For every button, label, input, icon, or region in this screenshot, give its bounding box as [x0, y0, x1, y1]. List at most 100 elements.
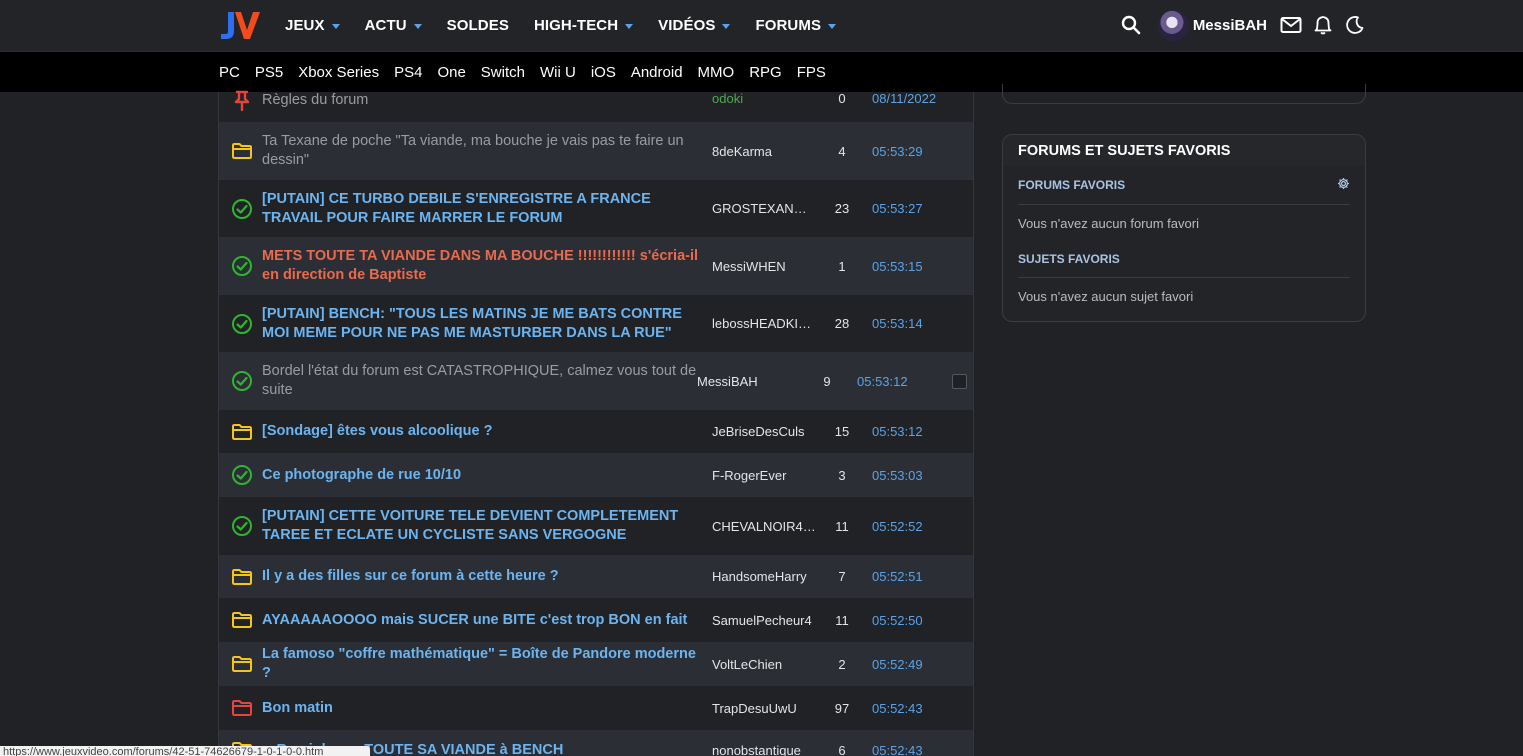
topic-row[interactable]: Bordel l'état du forum est CATASTROPHIQU… — [219, 352, 973, 410]
caret-down-icon — [413, 23, 422, 29]
mail-icon[interactable] — [1280, 14, 1302, 36]
topic-title[interactable]: La famoso "coffre mathématique" = Boîte … — [262, 645, 702, 683]
topic-title[interactable]: [PUTAIN] CETTE VOITURE TELE DEVIENT COMP… — [262, 507, 702, 545]
platform-link-ios[interactable]: iOS — [591, 64, 616, 81]
nav-item-jeux[interactable]: JEUX — [285, 17, 340, 34]
topic-title[interactable]: Il y a des filles sur ce forum à cette h… — [262, 567, 702, 586]
platform-link-switch[interactable]: Switch — [481, 64, 525, 81]
topic-title[interactable]: [PUTAIN] BENCH: "TOUS LES MATINS JE ME B… — [262, 305, 702, 343]
topic-last-message-time[interactable]: 05:52:49 — [872, 657, 923, 672]
topic-last-message-time[interactable]: 05:53:27 — [872, 201, 923, 216]
topic-title[interactable]: [Sondage] êtes vous alcoolique ? — [262, 422, 702, 441]
topic-author[interactable]: 8deKarma — [712, 144, 816, 159]
jv-logo[interactable] — [218, 9, 261, 41]
avatar[interactable] — [1157, 9, 1189, 41]
moon-icon[interactable] — [1344, 14, 1366, 36]
search-icon[interactable] — [1120, 14, 1142, 36]
topic-author[interactable]: odoki — [712, 91, 816, 106]
topic-title[interactable]: AYAAAAAOOOO mais SUCER une BITE c'est tr… — [262, 611, 702, 630]
topic-row[interactable]: [PUTAIN] CE TURBO DEBILE S'ENREGISTRE A … — [219, 180, 973, 237]
topic-author[interactable]: HandsomeHarry — [712, 569, 816, 584]
topic-title[interactable]: Règles du forum — [262, 91, 702, 110]
check-circle-icon — [231, 255, 253, 277]
topic-row[interactable]: La famoso "coffre mathématique" = Boîte … — [219, 642, 973, 686]
topic-replies: 15 — [834, 424, 850, 439]
topic-row[interactable]: Il y a des filles sur ce forum à cette h… — [219, 555, 973, 598]
topic-author[interactable]: nonobstantique — [712, 743, 816, 756]
topic-row[interactable]: METS TOUTE TA VIANDE DANS MA BOUCHE !!!!… — [219, 237, 973, 295]
platform-link-android[interactable]: Android — [631, 64, 683, 81]
topic-author[interactable]: CHEVALNOIR4… — [712, 519, 816, 534]
topic-author[interactable]: JeBriseDesCuls — [712, 424, 816, 439]
topic-row[interactable]: AYAAAAAOOOO mais SUCER une BITE c'est tr… — [219, 598, 973, 642]
pin-icon — [231, 89, 253, 111]
topic-replies: 3 — [838, 467, 846, 483]
topic-replies: 11 — [835, 518, 849, 534]
topic-replies: 4 — [838, 143, 846, 159]
favorite-topics-title: SUJETS FAVORIS — [1018, 252, 1120, 266]
nav-item-actu[interactable]: ACTU — [365, 17, 422, 34]
check-circle-icon — [231, 464, 253, 486]
favorite-forums-heading: FORUMS FAVORIS — [1018, 166, 1350, 205]
topic-author[interactable]: F-RogerEver — [712, 468, 816, 483]
nav-item-high-tech[interactable]: HIGH-TECH — [534, 17, 634, 34]
topic-author[interactable]: SamuelPecheur4 — [712, 613, 816, 628]
topic-last-message-time[interactable]: 05:53:12 — [857, 374, 908, 389]
topic-replies: 1 — [838, 258, 846, 274]
platform-link-one[interactable]: One — [437, 64, 465, 81]
topic-last-message-time[interactable]: 05:52:51 — [872, 569, 923, 584]
nav-item-vid-os[interactable]: VIDÉOS — [658, 17, 731, 34]
platform-nav-items: PC PS5 Xbox Series PS4 One Switch Wii U iOS Andr… — [219, 52, 841, 92]
topic-last-message-time[interactable]: 05:53:03 — [872, 468, 923, 483]
topic-author[interactable]: TrapDesuUwU — [712, 701, 816, 716]
topic-author[interactable]: MessiBAH — [697, 374, 801, 389]
nav-item-forums[interactable]: FORUMS — [755, 17, 837, 34]
topic-last-message-time[interactable]: 05:52:43 — [872, 701, 923, 716]
topic-row[interactable]: Bon matin TrapDesuUwU 97 05:52:43 — [219, 686, 973, 730]
topic-title[interactable]: Bon matin — [262, 699, 702, 718]
topic-last-message-time[interactable]: 05:52:50 — [872, 613, 923, 628]
topic-row[interactable]: [PUTAIN] CETTE VOITURE TELE DEVIENT COMP… — [219, 497, 973, 555]
topic-last-message-time[interactable]: 05:53:15 — [872, 259, 923, 274]
platform-link-ps4[interactable]: PS4 — [394, 64, 422, 81]
platform-link-rpg[interactable]: RPG — [749, 64, 782, 81]
topic-author[interactable]: GROSTEXANDE… — [712, 201, 816, 216]
username[interactable]: MessiBAH — [1193, 17, 1267, 34]
topic-select-checkbox[interactable] — [952, 373, 967, 389]
topic-title[interactable]: Ce photographe de rue 10/10 — [262, 466, 702, 485]
bell-icon[interactable] — [1312, 14, 1334, 36]
topic-last-message-time[interactable]: 05:53:14 — [872, 316, 923, 331]
topic-last-message-time[interactable]: 05:53:12 — [872, 424, 923, 439]
topic-author[interactable]: MessiWHEN — [712, 259, 816, 274]
platform-link-wii-u[interactable]: Wii U — [540, 64, 576, 81]
platform-link-xbox-series[interactable]: Xbox Series — [298, 64, 379, 81]
topic-author[interactable]: VoltLeChien — [712, 657, 816, 672]
topic-replies: 6 — [838, 742, 846, 756]
platform-link-fps[interactable]: FPS — [797, 64, 826, 81]
topic-row[interactable]: Ta Texane de poche "Ta viande, ma bouche… — [219, 122, 973, 180]
topic-title[interactable]: Ta Texane de poche "Ta viande, ma bouche… — [262, 132, 702, 170]
topic-replies: 23 — [834, 201, 850, 216]
topic-last-message-time[interactable]: 05:53:29 — [872, 144, 923, 159]
caret-down-icon — [828, 23, 837, 29]
topic-row[interactable]: Règles du forum odoki 0 08/11/2022 — [219, 89, 973, 122]
favorite-topics-heading: SUJETS FAVORIS — [1018, 241, 1350, 278]
gear-icon[interactable] — [1337, 177, 1350, 193]
nav-item-soldes[interactable]: SOLDES — [447, 17, 509, 34]
topic-row[interactable]: [PUTAIN] BENCH: "TOUS LES MATINS JE ME B… — [219, 295, 973, 352]
favorites-panel: FORUMS ET SUJETS FAVORIS FORUMS FAVORIS … — [1002, 134, 1366, 322]
topic-last-message-time[interactable]: 05:52:43 — [872, 743, 923, 756]
caret-down-icon — [722, 23, 731, 29]
topic-author[interactable]: lebossHEADKI… — [712, 316, 816, 331]
topic-row[interactable]: [Sondage] êtes vous alcoolique ? JeBriseD… — [219, 410, 973, 453]
platform-link-ps5[interactable]: PS5 — [255, 64, 283, 81]
topic-replies: 11 — [835, 612, 849, 628]
platform-link-pc[interactable]: PC — [219, 64, 240, 81]
platform-link-mmo[interactable]: MMO — [698, 64, 735, 81]
topic-row[interactable]: Ce photographe de rue 10/10 F-RogerEver 3 0… — [219, 453, 973, 497]
topic-title[interactable]: [PUTAIN] CE TURBO DEBILE S'ENREGISTRE A … — [262, 190, 702, 228]
topic-title[interactable]: Bordel l'état du forum est CATASTROPHIQU… — [262, 362, 702, 400]
topic-last-message-time[interactable]: 08/11/2022 — [872, 91, 936, 106]
topic-last-message-time[interactable]: 05:52:52 — [872, 519, 923, 534]
topic-title[interactable]: METS TOUTE TA VIANDE DANS MA BOUCHE !!!!… — [262, 247, 702, 285]
